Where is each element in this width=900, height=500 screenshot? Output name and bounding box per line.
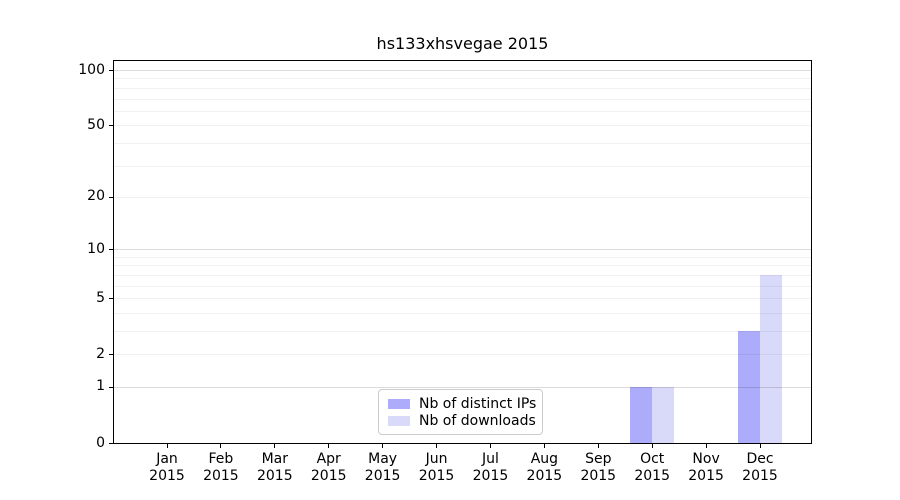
minor-gridline xyxy=(114,78,811,79)
y-tick xyxy=(109,125,113,126)
bar-distinct-ips xyxy=(630,387,652,443)
x-tick xyxy=(760,444,761,448)
y-tick-label: 1 xyxy=(61,378,105,395)
minor-gridline xyxy=(114,331,811,332)
bar-downloads xyxy=(760,275,782,443)
minor-gridline xyxy=(114,166,811,167)
minor-gridline xyxy=(114,275,811,276)
chart-title: hs133xhsvegae 2015 xyxy=(113,34,812,53)
bar-downloads xyxy=(652,387,674,443)
x-tick xyxy=(274,444,275,448)
x-tick xyxy=(598,444,599,448)
minor-gridline xyxy=(114,88,811,89)
plot-area: Nb of distinct IPs Nb of downloads 01251… xyxy=(113,60,812,444)
y-tick xyxy=(109,249,113,250)
y-tick-label: 10 xyxy=(61,241,105,258)
y-tick-label: 20 xyxy=(61,188,105,205)
minor-gridline xyxy=(114,143,811,144)
minor-gridline xyxy=(114,286,811,287)
y-tick-label: 100 xyxy=(61,62,105,79)
x-tick-label-line: Dec xyxy=(725,451,795,468)
legend-swatch-distinct-ips-icon xyxy=(388,399,410,409)
x-tick xyxy=(652,444,653,448)
figure: hs133xhsvegae 2015 Nb of distinct IPs Nb… xyxy=(0,0,900,500)
minor-gridline xyxy=(114,313,811,314)
y-tick xyxy=(109,387,113,388)
x-tick xyxy=(706,444,707,448)
major-gridline xyxy=(114,387,811,388)
minor-gridline xyxy=(114,99,811,100)
major-gridline xyxy=(114,249,811,250)
minor-gridline xyxy=(114,111,811,112)
y-tick-label: 2 xyxy=(61,346,105,363)
minor-gridline xyxy=(114,298,811,299)
y-tick xyxy=(109,443,113,444)
legend-item-downloads: Nb of downloads xyxy=(388,413,533,429)
legend-swatch-downloads-icon xyxy=(388,416,410,426)
x-tick-label: Dec2015 xyxy=(725,451,795,485)
y-tick xyxy=(109,70,113,71)
y-tick-label: 0 xyxy=(61,435,105,452)
x-tick xyxy=(328,444,329,448)
x-tick-label-line: 2015 xyxy=(725,468,795,485)
legend-label-downloads: Nb of downloads xyxy=(419,413,536,429)
minor-gridline xyxy=(114,125,811,126)
legend-label-distinct-ips: Nb of distinct IPs xyxy=(419,396,536,412)
y-tick xyxy=(109,354,113,355)
minor-gridline xyxy=(114,354,811,355)
minor-gridline xyxy=(114,265,811,266)
x-tick xyxy=(436,444,437,448)
x-tick xyxy=(382,444,383,448)
legend: Nb of distinct IPs Nb of downloads xyxy=(378,389,543,435)
minor-gridline xyxy=(114,257,811,258)
x-tick xyxy=(220,444,221,448)
y-tick-label: 5 xyxy=(61,290,105,307)
y-tick xyxy=(109,298,113,299)
y-tick xyxy=(109,197,113,198)
x-tick xyxy=(544,444,545,448)
minor-gridline xyxy=(114,197,811,198)
x-tick xyxy=(167,444,168,448)
legend-item-distinct-ips: Nb of distinct IPs xyxy=(388,396,533,412)
y-tick-label: 50 xyxy=(61,117,105,134)
x-tick xyxy=(490,444,491,448)
major-gridline xyxy=(114,70,811,71)
